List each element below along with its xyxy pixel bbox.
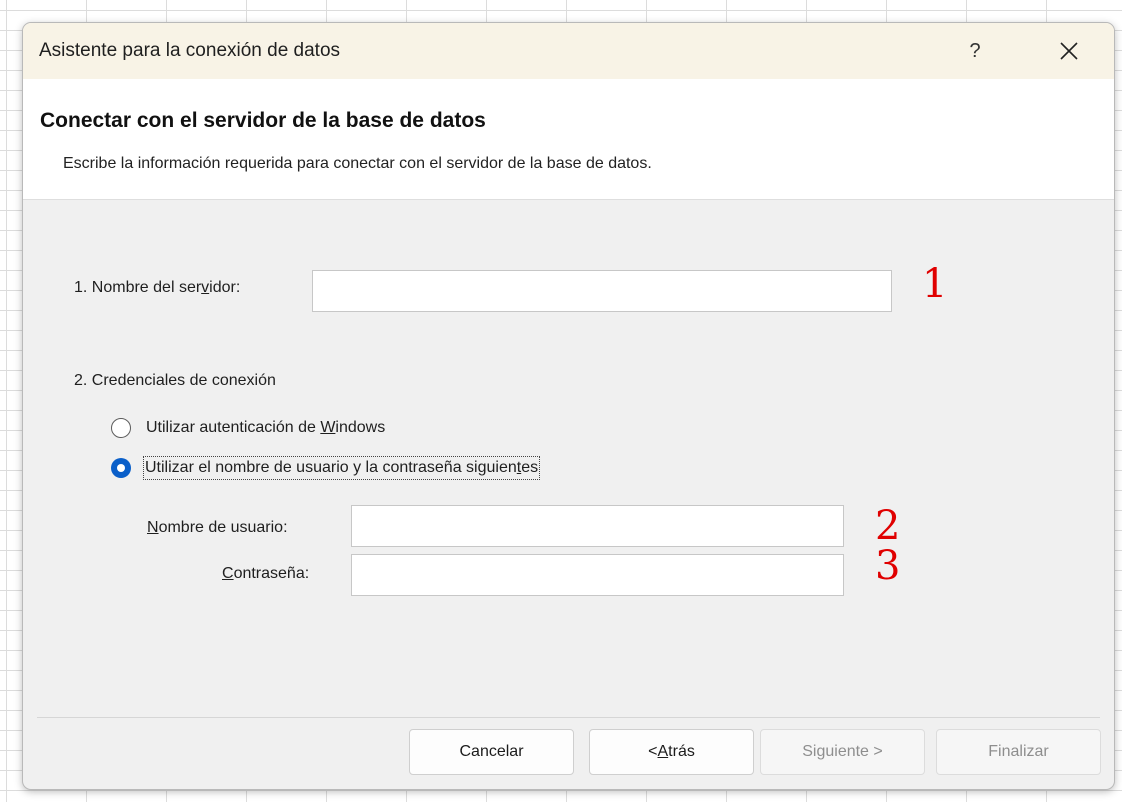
server-label-accesskey: v	[201, 279, 210, 296]
next-button[interactable]: Siguiente >	[760, 729, 925, 775]
close-button[interactable]	[1047, 33, 1091, 69]
dialog-title: Asistente para la conexión de datos	[39, 40, 341, 61]
back-button-text: trás	[668, 743, 695, 760]
close-icon	[1060, 42, 1078, 60]
finish-button[interactable]: Finalizar	[936, 729, 1101, 775]
server-name-label: 1. Nombre del servidor:	[74, 279, 240, 297]
windows-auth-accesskey: W	[320, 419, 336, 436]
help-button[interactable]: ?	[955, 33, 995, 69]
username-password-text: Utilizar el nombre de usuario y la contr…	[145, 459, 517, 476]
data-connection-wizard-dialog: Asistente para la conexión de datos ? Co…	[22, 22, 1115, 790]
annotation-marker-3: 3	[875, 543, 901, 589]
windows-auth-text: Utilizar autenticación de	[146, 419, 321, 436]
cancel-button[interactable]: Cancelar	[409, 729, 574, 775]
username-password-radio[interactable]	[111, 458, 131, 478]
footer-divider	[37, 717, 1100, 718]
windows-auth-radio[interactable]	[111, 418, 131, 438]
password-label-text: ontraseña:	[233, 565, 310, 582]
username-password-label[interactable]: Utilizar el nombre de usuario y la contr…	[142, 456, 541, 480]
wizard-header: Conectar con el servidor de la base de d…	[23, 79, 1114, 200]
password-input[interactable]	[351, 554, 844, 596]
username-input[interactable]	[351, 505, 844, 547]
server-label-text-end: idor:	[209, 279, 241, 296]
username-label-accesskey: N	[147, 519, 159, 536]
back-button-accesskey: A	[657, 743, 669, 760]
windows-auth-label[interactable]: Utilizar autenticación de Windows	[146, 419, 385, 437]
username-label-text: ombre de usuario:	[158, 519, 288, 536]
step-title: Conectar con el servidor de la base de d…	[40, 109, 486, 132]
username-password-text-end: es	[521, 459, 539, 476]
annotation-marker-1: 1	[922, 261, 948, 307]
password-label-accesskey: C	[222, 565, 234, 582]
server-label-text: 1. Nombre del ser	[74, 279, 202, 296]
back-button[interactable]: < Atrás	[589, 729, 754, 775]
windows-auth-text-end: indows	[335, 419, 386, 436]
server-name-input[interactable]	[312, 270, 892, 312]
password-label: Contraseña:	[222, 565, 309, 583]
back-button-prefix: <	[648, 743, 658, 760]
dialog-titlebar: Asistente para la conexión de datos ?	[23, 23, 1114, 79]
username-label: Nombre de usuario:	[147, 519, 288, 537]
annotation-marker-2: 2	[875, 503, 901, 549]
credentials-section-label: 2. Credenciales de conexión	[74, 372, 276, 389]
step-description: Escribe la información requerida para co…	[63, 155, 652, 172]
